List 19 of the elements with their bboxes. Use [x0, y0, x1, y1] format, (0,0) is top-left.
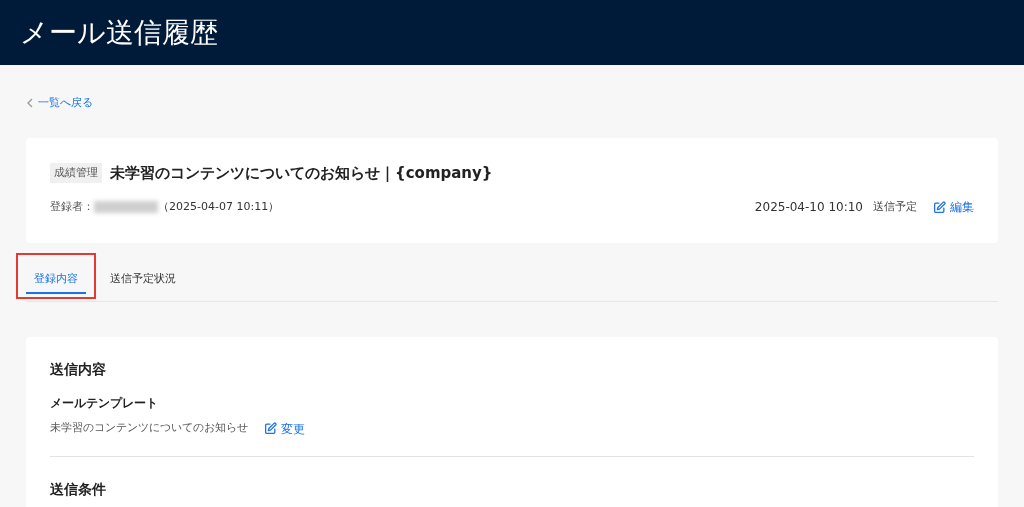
send-status: 送信予定 [873, 198, 917, 215]
send-datetime: 2025-04-10 10:10 [754, 199, 863, 216]
change-link[interactable]: 変更 [264, 419, 305, 438]
registered-date: （2025-04-07 10:11） [158, 198, 280, 215]
edit-icon [933, 200, 946, 214]
template-name: 未学習のコンテンツについてのお知らせ [50, 420, 248, 437]
edit-icon [264, 422, 277, 435]
section-heading: 送信内容 [50, 359, 107, 379]
chevron-left-icon [26, 98, 34, 109]
section-heading: 送信条件 [50, 479, 107, 499]
category-tag: 成績管理 [50, 162, 102, 183]
tab[interactable]: 送信予定状況 [102, 265, 184, 294]
field-label: メールテンプレート [50, 394, 159, 412]
message-title: 未学習のコンテンツについてのお知らせ｜{company} [110, 162, 493, 184]
edit-link[interactable]: 編集 [933, 198, 974, 216]
registrant-label: 登録者： [50, 198, 94, 215]
tab[interactable]: 登録内容 [26, 265, 86, 294]
back-link[interactable]: 一覧へ戻る [26, 95, 93, 112]
page-title: メール送信履歴 [20, 14, 218, 51]
